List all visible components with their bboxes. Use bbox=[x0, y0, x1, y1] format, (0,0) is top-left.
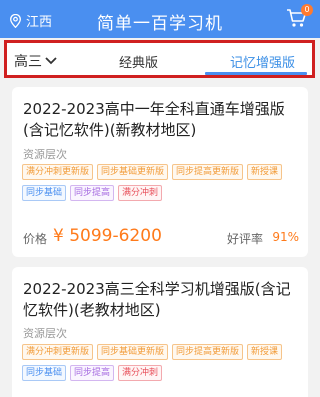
rating-label: 好评率 bbox=[226, 232, 263, 246]
price-row: 价格 ¥ 5099-6200 好评率 91% bbox=[23, 226, 299, 248]
tag-full-score: 满分冲刺 bbox=[118, 185, 163, 201]
product-title: 2022-2023高中一年全科直通车增强版(含记忆软件)(新教材地区) bbox=[23, 100, 285, 139]
tag-full-score: 满分冲刺 bbox=[118, 365, 163, 381]
tag-sync-basic-update: 同步基础更新版 bbox=[97, 344, 169, 360]
rating-value: 91% bbox=[272, 230, 299, 244]
app-header: 江西 简单一百学习机 0 bbox=[0, 0, 320, 38]
grade-dropdown[interactable]: 高三 bbox=[14, 51, 57, 71]
cart-button[interactable]: 0 bbox=[286, 4, 313, 30]
resource-level-label: 资源层次 bbox=[23, 148, 67, 161]
resource-level-label: 资源层次 bbox=[23, 327, 67, 340]
product-card[interactable]: 2022-2023高中一年全科直通车增强版(含记忆软件)(新教材地区) 资源层次… bbox=[12, 87, 308, 257]
chevron-down-icon bbox=[45, 57, 57, 65]
cart-count-badge: 0 bbox=[301, 4, 313, 16]
tag-new-lesson: 新授课 bbox=[247, 344, 283, 360]
tag-list: 满分冲刺更新版 同步基础更新版 同步提高更新版 新授课 同步基础 同步提高 满分… bbox=[22, 344, 302, 386]
tag-list: 满分冲刺更新版 同步基础更新版 同步提高更新版 新授课 同步基础 同步提高 满分… bbox=[22, 164, 302, 206]
tag-sync-improve: 同步提高 bbox=[70, 185, 115, 201]
tag-sync-improve-update: 同步提高更新版 bbox=[172, 164, 244, 180]
page-title: 简单一百学习机 bbox=[97, 14, 223, 34]
tag-full-score-update: 满分冲刺更新版 bbox=[22, 344, 94, 360]
tab-classic[interactable]: 经典版 bbox=[119, 52, 158, 71]
tag-sync-improve-update: 同步提高更新版 bbox=[172, 344, 244, 360]
active-tab-indicator bbox=[205, 72, 307, 75]
price-value: ¥ 5099-6200 bbox=[53, 226, 162, 246]
tag-new-lesson: 新授课 bbox=[247, 164, 283, 180]
tag-sync-basic: 同步基础 bbox=[22, 365, 67, 381]
tag-sync-improve: 同步提高 bbox=[70, 365, 115, 381]
price-label: 价格 bbox=[23, 232, 48, 246]
tag-sync-basic-update: 同步基础更新版 bbox=[97, 164, 169, 180]
version-tab-bar: 高三 经典版 记忆增强版 bbox=[4, 40, 315, 78]
grade-label: 高三 bbox=[14, 54, 42, 70]
product-title: 2022-2023高三全科学习机增强版(含记忆软件)(老教材地区) bbox=[23, 280, 291, 319]
product-card[interactable]: 2022-2023高三全科学习机增强版(含记忆软件)(老教材地区) 资源层次 满… bbox=[12, 267, 308, 397]
tab-memory-enhanced[interactable]: 记忆增强版 bbox=[230, 52, 295, 71]
tag-full-score-update: 满分冲刺更新版 bbox=[22, 164, 94, 180]
tag-sync-basic: 同步基础 bbox=[22, 185, 67, 201]
